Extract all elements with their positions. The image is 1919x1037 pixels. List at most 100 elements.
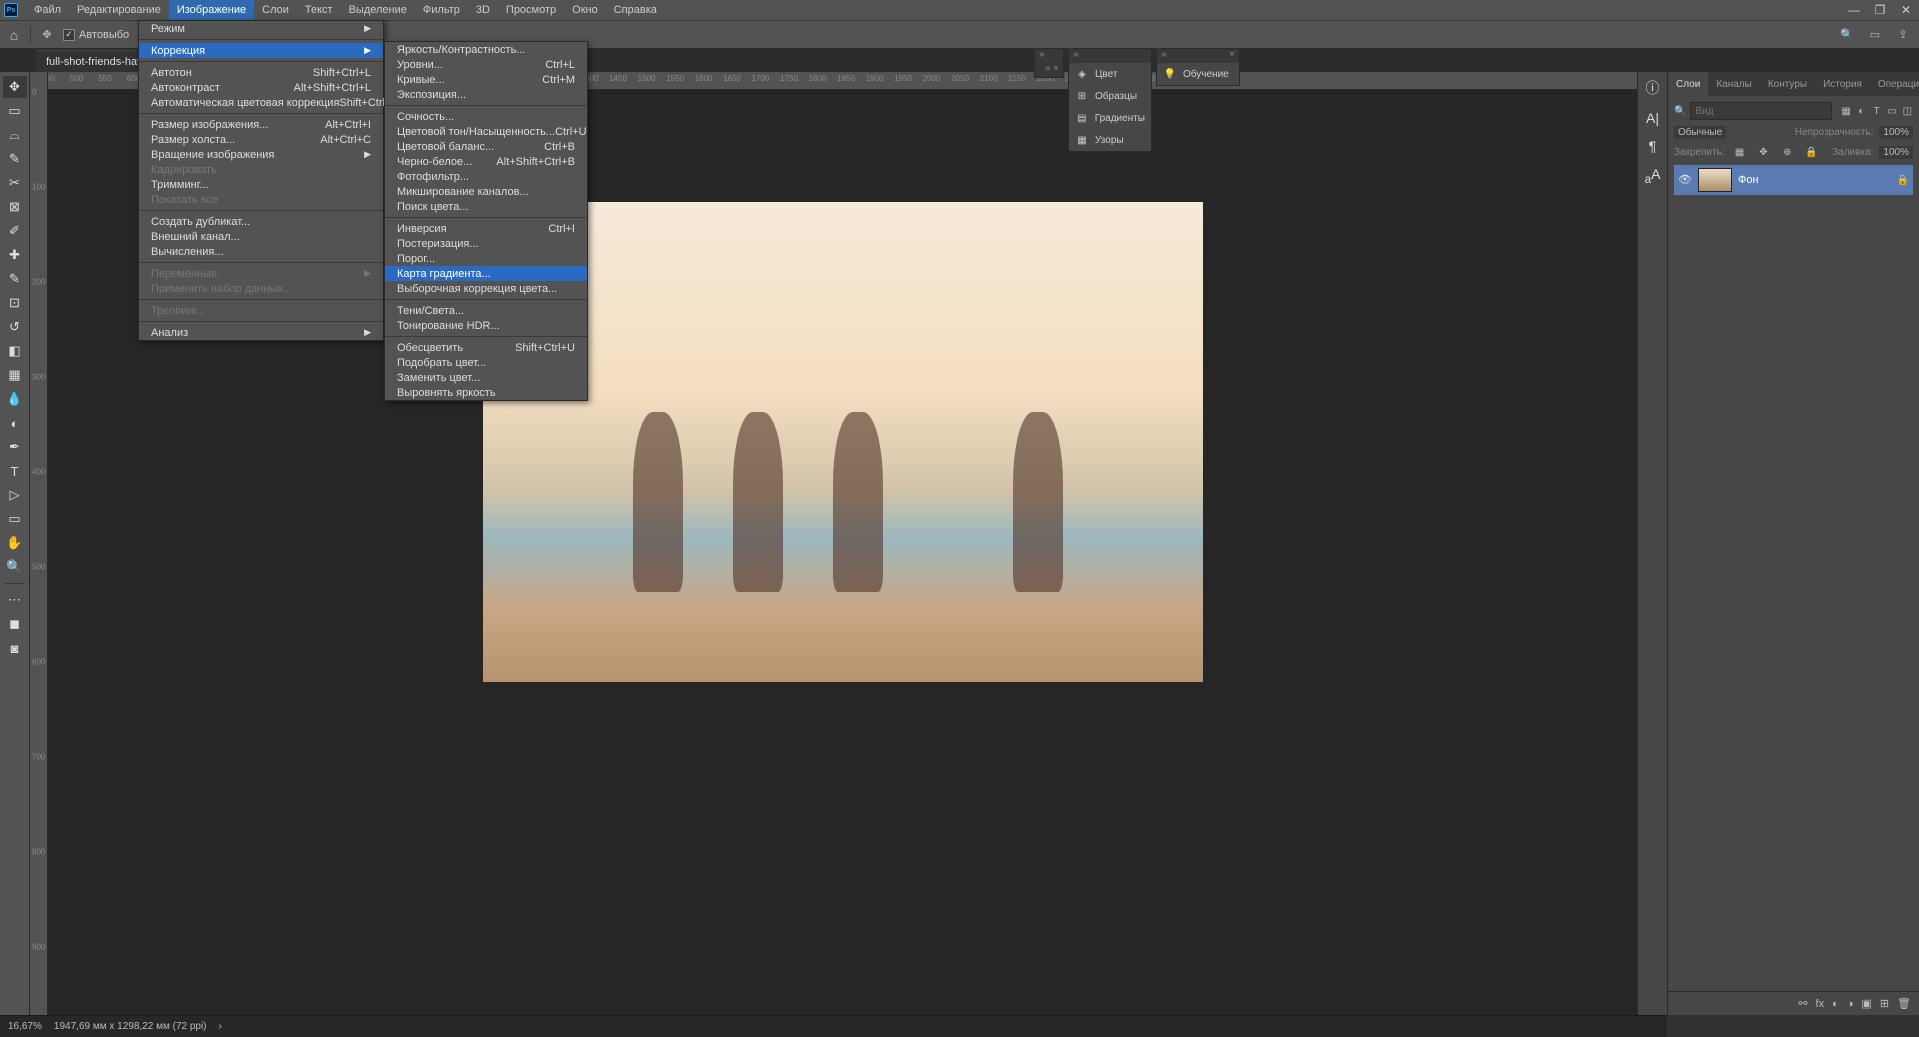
menubar-item-6[interactable]: Фильтр — [415, 0, 468, 20]
document-canvas[interactable] — [483, 202, 1203, 682]
menu-item[interactable]: Внешний канал... — [139, 229, 383, 244]
eraser-tool[interactable]: ◧ — [3, 340, 27, 362]
panel-tab-Операции[interactable]: Операции — [1870, 72, 1919, 96]
lock-position-icon[interactable]: ✥ — [1755, 143, 1773, 161]
move-tool[interactable]: ✥ — [3, 76, 27, 98]
menu-item[interactable]: АвтотонShift+Ctrl+L — [139, 65, 383, 80]
menu-item[interactable]: Цветовой баланс...Ctrl+B — [385, 139, 587, 154]
pen-tool[interactable]: ✒ — [3, 436, 27, 458]
quick-mask[interactable]: ◙ — [3, 637, 27, 659]
lasso-tool[interactable]: ⌓ — [3, 124, 27, 146]
menu-item[interactable]: Кривые...Ctrl+M — [385, 72, 587, 87]
dodge-tool[interactable]: ◐ — [3, 412, 27, 434]
type-tool[interactable]: T — [3, 460, 27, 482]
lock-nested-icon[interactable]: ⊕ — [1778, 143, 1796, 161]
filter-pixel-icon[interactable]: ▦ — [1840, 102, 1851, 120]
mask-icon[interactable]: ◐ — [1832, 998, 1839, 1010]
menu-item[interactable]: Выровнять яркость — [385, 385, 587, 400]
menubar-item-3[interactable]: Слои — [254, 0, 297, 20]
crop-tool[interactable]: ✂ — [3, 172, 27, 194]
menu-item[interactable]: Размер холста...Alt+Ctrl+C — [139, 132, 383, 147]
menu-item[interactable]: Автоматическая цветовая коррекцияShift+C… — [139, 95, 383, 110]
menu-item[interactable]: ИнверсияCtrl+I — [385, 221, 587, 236]
zoom-tool[interactable]: 🔍 — [3, 556, 27, 578]
menu-item[interactable]: Постеризация... — [385, 236, 587, 251]
fill-input[interactable]: 100% — [1879, 146, 1913, 159]
share-icon[interactable]: ⇪ — [1893, 25, 1913, 45]
hand-tool[interactable]: ✋ — [3, 532, 27, 554]
menu-item[interactable]: Создать дубликат... — [139, 214, 383, 229]
colors-swatch[interactable]: ◼ — [3, 613, 27, 635]
float-item-Цвет[interactable]: ◈Цвет — [1069, 63, 1151, 85]
layer-row[interactable]: 👁 Фон 🔒 — [1674, 165, 1913, 195]
restore-button[interactable]: ❐ — [1867, 0, 1893, 20]
menu-item[interactable]: Тени/Света... — [385, 303, 587, 318]
history-brush-tool[interactable]: ↺ — [3, 316, 27, 338]
chevron-right-icon[interactable]: › — [219, 1021, 222, 1032]
eyedropper-tool[interactable]: ✐ — [3, 220, 27, 242]
menu-item[interactable]: Черно-белое...Alt+Shift+Ctrl+B — [385, 154, 587, 169]
workspace-icon[interactable]: ▭ — [1865, 25, 1885, 45]
menu-item[interactable]: Подобрать цвет... — [385, 355, 587, 370]
menu-item[interactable]: Вычисления... — [139, 244, 383, 259]
menu-item[interactable]: Уровни...Ctrl+L — [385, 57, 587, 72]
menubar-item-4[interactable]: Текст — [297, 0, 341, 20]
menu-item[interactable]: АвтоконтрастAlt+Shift+Ctrl+L — [139, 80, 383, 95]
character-icon[interactable]: A| — [1646, 110, 1659, 126]
menubar-item-8[interactable]: Просмотр — [498, 0, 564, 20]
search-icon[interactable]: 🔍 — [1837, 25, 1857, 45]
properties-icon[interactable]: ⓘ — [1646, 78, 1660, 98]
menubar-item-5[interactable]: Выделение — [341, 0, 415, 20]
layer-name[interactable]: Фон — [1738, 174, 1759, 186]
menu-item[interactable]: Фотофильтр... — [385, 169, 587, 184]
clone-tool[interactable]: ⊡ — [3, 292, 27, 314]
menu-item[interactable]: Анализ▶ — [139, 325, 383, 340]
menu-item[interactable]: Экспозиция... — [385, 87, 587, 102]
marquee-tool[interactable]: ▭ — [3, 100, 27, 122]
menu-item[interactable]: Микширование каналов... — [385, 184, 587, 199]
menubar-item-10[interactable]: Справка — [606, 0, 665, 20]
delete-icon[interactable]: 🗑 — [1897, 997, 1911, 1010]
quick-select-tool[interactable]: ✎ — [3, 148, 27, 170]
panel-tab-Слои[interactable]: Слои — [1668, 72, 1708, 96]
menubar-item-9[interactable]: Окно — [564, 0, 606, 20]
layer-thumbnail[interactable] — [1698, 168, 1732, 192]
float-item-Градиенты[interactable]: ▤Градиенты — [1069, 107, 1151, 129]
layer-filter-input[interactable] — [1690, 102, 1832, 120]
filter-adjust-icon[interactable]: ◐ — [1856, 102, 1867, 120]
menu-item[interactable]: ОбесцветитьShift+Ctrl+U — [385, 340, 587, 355]
path-select-tool[interactable]: ▷ — [3, 484, 27, 506]
move-tool-icon[interactable]: ✥ — [37, 25, 57, 45]
close-button[interactable]: ✕ — [1893, 0, 1919, 20]
auto-select-checkbox[interactable]: ✓Автовыбо — [63, 29, 129, 41]
menubar-item-1[interactable]: Редактирование — [69, 0, 169, 20]
adjustment-icon[interactable]: ◑ — [1847, 998, 1854, 1010]
minimize-button[interactable]: — — [1841, 0, 1867, 20]
filter-smart-icon[interactable]: ◫ — [1902, 102, 1913, 120]
menu-item[interactable]: Размер изображения...Alt+Ctrl+I — [139, 117, 383, 132]
healing-tool[interactable]: ✚ — [3, 244, 27, 266]
menu-item[interactable]: Сочность... — [385, 109, 587, 124]
menu-item[interactable]: Выборочная коррекция цвета... — [385, 281, 587, 296]
blur-tool[interactable]: 💧 — [3, 388, 27, 410]
panel-tab-Контуры[interactable]: Контуры — [1760, 72, 1815, 96]
panel-tab-История[interactable]: История — [1815, 72, 1870, 96]
fx-icon[interactable]: fx — [1816, 998, 1825, 1010]
menu-item[interactable]: Карта градиента... — [385, 266, 587, 281]
menu-item[interactable]: Поиск цвета... — [385, 199, 587, 214]
blend-mode-select[interactable]: Обычные — [1674, 126, 1726, 139]
lock-all-icon[interactable]: 🔒 — [1802, 143, 1820, 161]
brush-tool[interactable]: ✎ — [3, 268, 27, 290]
menubar-item-2[interactable]: Изображение — [169, 0, 254, 20]
menu-item[interactable]: Яркость/Контрастность... — [385, 42, 587, 57]
edit-toolbar[interactable]: ⋯ — [3, 589, 27, 611]
new-layer-icon[interactable]: ⊞ — [1880, 997, 1889, 1010]
filter-type-icon[interactable]: T — [1871, 102, 1882, 120]
menu-item[interactable]: Вращение изображения▶ — [139, 147, 383, 162]
panel-tab-Каналы[interactable]: Каналы — [1708, 72, 1760, 96]
menu-item[interactable]: Заменить цвет... — [385, 370, 587, 385]
menu-item[interactable]: Коррекция▶ — [139, 43, 383, 58]
home-icon[interactable]: ⌂ — [4, 25, 24, 45]
zoom-level[interactable]: 16,67% — [8, 1021, 42, 1032]
group-icon[interactable]: ▣ — [1861, 997, 1871, 1010]
